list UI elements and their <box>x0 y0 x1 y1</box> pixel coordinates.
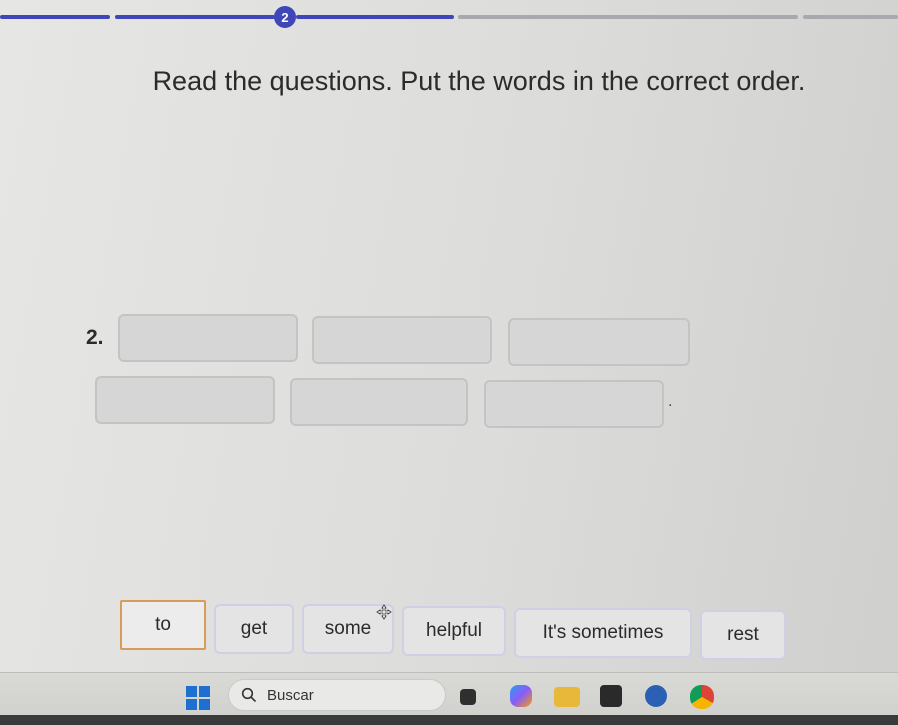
progress-segment-3 <box>458 15 798 19</box>
progress-bar: 2 <box>0 0 898 34</box>
word-chip-its-sometimes[interactable]: It's sometimes <box>514 608 692 658</box>
instruction-text: Read the questions. Put the words in the… <box>152 66 806 96</box>
taskbar: Buscar <box>0 672 898 725</box>
answer-slot-2[interactable] <box>312 316 492 364</box>
search-placeholder: Buscar <box>267 686 314 704</box>
answer-slot-3[interactable] <box>508 318 690 366</box>
word-chip-helpful[interactable]: helpful <box>402 606 506 656</box>
progress-segment-1 <box>0 15 110 19</box>
search-icon <box>241 687 257 703</box>
store-icon[interactable] <box>600 685 622 707</box>
answer-slot-4[interactable] <box>95 376 275 424</box>
word-chip-to[interactable]: to <box>120 600 206 650</box>
copilot-icon[interactable] <box>510 685 532 707</box>
move-cursor-icon <box>376 604 392 620</box>
windows-start-icon[interactable] <box>185 685 211 711</box>
answer-slot-1[interactable] <box>118 314 298 362</box>
file-explorer-icon[interactable] <box>554 687 580 707</box>
chrome-icon[interactable] <box>690 685 714 709</box>
word-chip-rest[interactable]: rest <box>700 610 786 660</box>
word-chip-get[interactable]: get <box>214 604 294 654</box>
sentence-period: . <box>668 394 673 410</box>
answer-slot-6[interactable] <box>484 380 664 428</box>
question-number: 2. <box>86 326 104 349</box>
office-icon[interactable] <box>645 685 667 707</box>
answer-slot-5[interactable] <box>290 378 468 426</box>
progress-segment-2-left <box>115 15 275 19</box>
progress-segment-2-right <box>296 15 454 19</box>
task-view-icon[interactable] <box>460 689 476 705</box>
taskbar-search[interactable]: Buscar <box>228 679 446 711</box>
current-step-indicator: 2 <box>274 6 296 28</box>
progress-segment-4 <box>803 15 898 19</box>
